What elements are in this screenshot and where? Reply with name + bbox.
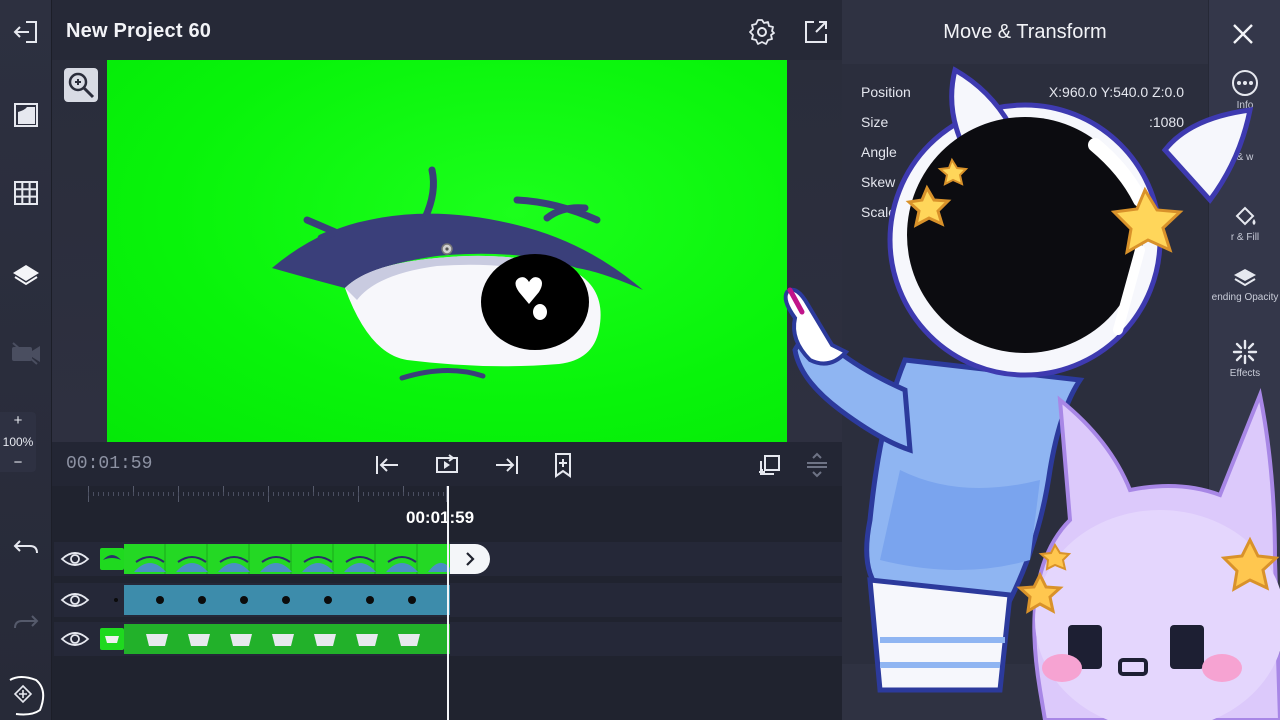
add-layer-icon[interactable] (756, 452, 782, 478)
skip-to-end-icon[interactable] (494, 452, 520, 478)
exit-icon[interactable] (0, 12, 52, 52)
clip-shapes[interactable] (124, 624, 450, 654)
clip-thumbnail (100, 589, 124, 611)
layers-icon[interactable] (0, 254, 52, 294)
settings-gear-icon[interactable] (748, 18, 776, 46)
rail-fill-label: r & Fill (1230, 232, 1260, 243)
blending-layers-icon (1234, 269, 1256, 287)
panel-header: Move & Transform (842, 0, 1208, 64)
property-position-value[interactable]: X:960.0 Y:540.0 Z:0.0 (1049, 84, 1184, 100)
expand-timeline-icon[interactable] (804, 452, 830, 478)
property-position-label[interactable]: Position (861, 84, 911, 100)
property-scale-label[interactable]: Scale (861, 204, 896, 220)
grid-icon[interactable] (0, 173, 52, 213)
property-list: Position X:960.0 Y:540.0 Z:0.0 Size :108… (842, 64, 1208, 664)
info-more-icon (1232, 70, 1258, 96)
property-size-label[interactable]: Size (861, 114, 888, 130)
zoom-level: 100% (2, 435, 34, 449)
zoom-control: + 100% − (0, 412, 36, 472)
zoom-preview-icon[interactable] (64, 68, 98, 102)
clip-thumbnail (100, 548, 124, 570)
rail-effects-label: Effects (1229, 368, 1261, 379)
left-toolbar: + 100% − (0, 0, 52, 720)
clip-thumbnail (100, 628, 124, 650)
camera-off-icon[interactable] (0, 333, 52, 373)
skip-to-start-icon[interactable] (374, 452, 400, 478)
undo-icon[interactable] (0, 527, 52, 567)
rail-move-label: & w (1236, 152, 1254, 163)
eye-artwork (272, 166, 643, 381)
rail-info[interactable]: Info (1209, 68, 1280, 111)
current-time: 00:01:59 (66, 454, 153, 474)
rail-blending-label: ending Opacity (1211, 292, 1279, 303)
close-panel-icon[interactable] (1229, 20, 1257, 48)
preview-area (52, 60, 842, 442)
rail-move[interactable]: & w (1209, 150, 1280, 163)
effects-sparkle-icon (1232, 339, 1258, 365)
rail-blending[interactable]: ending Opacity (1209, 266, 1280, 303)
loop-icon[interactable] (434, 452, 460, 478)
zoom-out-button[interactable]: − (14, 455, 23, 470)
video-editor-app: + 100% − New Project 60 00:01:59 00:01:5… (0, 0, 1280, 720)
timeline[interactable]: 00:01:59 (52, 486, 842, 720)
rail-info-label: Info (1236, 100, 1254, 111)
aspect-ratio-icon[interactable] (0, 95, 52, 135)
top-bar: New Project 60 (52, 0, 842, 60)
bookmark-add-icon[interactable] (550, 452, 576, 478)
clip-dots[interactable] (124, 585, 450, 615)
visibility-eye-icon[interactable] (60, 629, 90, 649)
property-skew-label[interactable]: Skew (861, 174, 895, 190)
panel-title: Move & Transform (943, 20, 1107, 43)
rail-fill[interactable]: r & Fill (1209, 206, 1280, 243)
playhead[interactable] (447, 486, 449, 720)
redo-icon[interactable] (0, 602, 52, 642)
keyframe-add-icon[interactable] (0, 676, 52, 716)
visibility-eye-icon[interactable] (60, 549, 90, 569)
export-share-icon[interactable] (802, 18, 830, 46)
playhead-time: 00:01:59 (406, 508, 475, 527)
rail-effects[interactable]: Effects (1209, 338, 1280, 379)
project-title[interactable]: New Project 60 (66, 20, 211, 43)
clip-eye[interactable] (124, 544, 450, 574)
transport-bar: 00:01:59 (52, 442, 842, 486)
zoom-in-button[interactable]: + (14, 413, 23, 428)
time-ruler[interactable] (88, 486, 448, 504)
visibility-eye-icon[interactable] (60, 590, 90, 610)
paint-bucket-icon (1235, 206, 1256, 226)
panel-side-rail: Info & w r & Fill ending Opacity Effects (1208, 0, 1280, 720)
greenscreen-canvas[interactable] (107, 60, 787, 442)
transform-panel: Move & Transform Position X:960.0 Y:540.… (842, 0, 1280, 720)
property-angle-label[interactable]: Angle (861, 144, 897, 160)
property-size-value[interactable]: :1080 (1149, 114, 1184, 130)
clip-trim-handle[interactable] (450, 544, 490, 574)
